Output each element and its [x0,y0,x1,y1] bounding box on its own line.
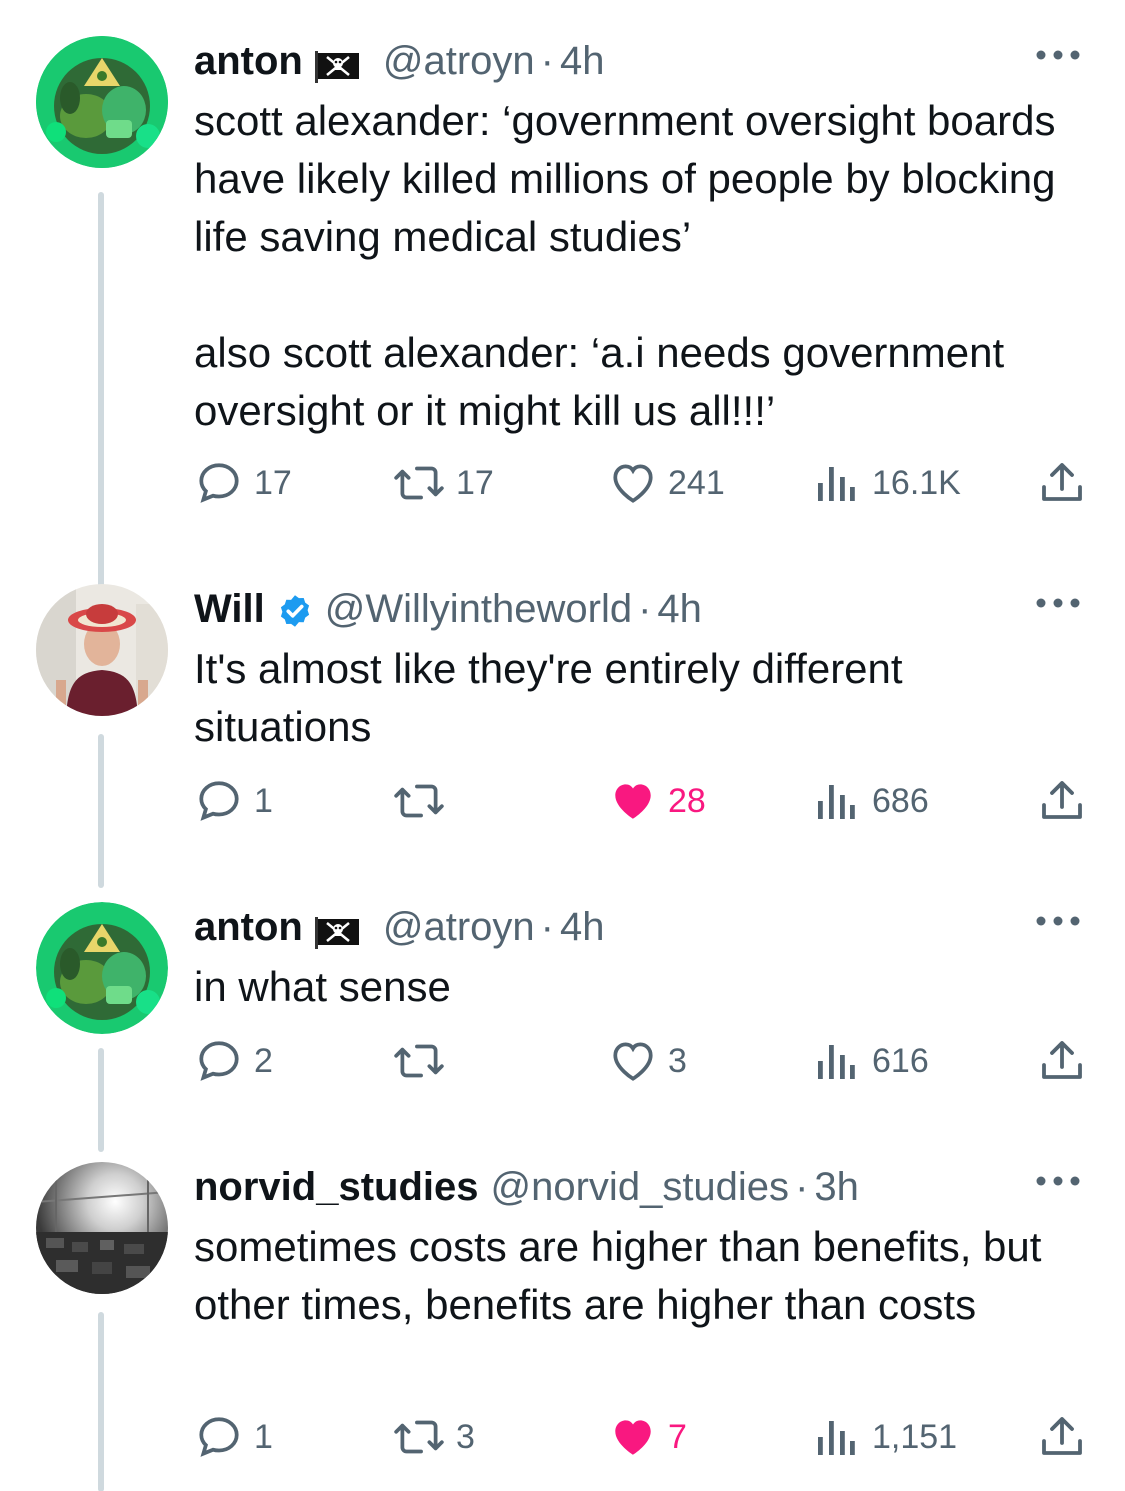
repost-button[interactable] [392,1036,456,1086]
share-button[interactable] [1040,458,1084,508]
views-button[interactable]: 1,151 [816,1412,957,1462]
repost-button[interactable] [392,776,456,826]
separator: · [638,587,652,631]
avatar[interactable] [36,36,168,168]
share-button[interactable] [1040,1036,1084,1086]
share-button[interactable] [1040,776,1084,826]
reply-count: 2 [254,1041,273,1080]
handle[interactable]: @atroyn [383,36,535,86]
tweet-text: It's almost like they're entirely differ… [194,645,915,750]
separator: · [540,905,554,949]
reply-count: 1 [254,781,273,820]
repost-icon [394,1044,444,1078]
views-button[interactable]: 16.1K [816,458,961,508]
reply-icon [199,781,239,821]
pirate-flag-icon [314,45,361,83]
like-button[interactable]: 241 [608,458,725,508]
like-count: 3 [668,1041,687,1080]
repost-button[interactable]: 17 [392,458,494,508]
handle[interactable]: @Willyintheworld [325,584,632,634]
thread-line [98,1312,104,1491]
handle[interactable]: @norvid_studies [491,1162,790,1212]
view-count: 686 [872,781,929,820]
avatar[interactable] [36,902,168,1034]
repost-count: 17 [456,463,494,502]
verified-badge-icon [277,591,313,627]
like-button[interactable]: 3 [608,1036,687,1086]
share-icon [1042,1417,1082,1455]
tweet-text: in what sense [194,963,451,1010]
handle[interactable]: @atroyn [383,902,535,952]
reply-button[interactable]: 2 [194,1036,273,1086]
avatar[interactable] [36,584,168,716]
timestamp[interactable]: 4h [560,36,605,86]
repost-button[interactable]: 3 [392,1412,475,1462]
display-name[interactable]: anton [194,902,303,952]
heart-icon [613,464,653,503]
reply-button[interactable]: 1 [194,1412,273,1462]
reply-icon [199,1041,239,1081]
repost-icon [394,784,444,818]
view-count: 616 [872,1041,929,1080]
repost-icon [394,466,444,500]
avatar[interactable] [36,1162,168,1294]
views-icon [818,785,855,819]
like-count: 7 [668,1417,687,1456]
view-count: 16.1K [872,463,961,502]
more-options-icon[interactable] [1031,588,1085,618]
timestamp[interactable]: 4h [560,902,605,952]
more-options-icon[interactable] [1031,40,1085,70]
reply-button[interactable]: 17 [194,458,292,508]
heart-filled-icon [615,784,651,819]
view-count: 1,151 [872,1417,958,1456]
like-count: 28 [668,781,706,820]
like-count: 241 [668,463,725,502]
share-icon [1042,463,1082,501]
repost-count: 3 [456,1417,475,1456]
share-button[interactable] [1040,1412,1084,1462]
display-name[interactable]: norvid_studies [194,1162,479,1212]
views-button[interactable]: 686 [816,776,929,826]
heart-filled-icon [615,1420,651,1455]
views-icon [818,1045,855,1079]
like-button[interactable]: 28 [608,776,706,826]
reply-icon [199,463,239,503]
reply-icon [199,1417,239,1457]
like-button[interactable]: 7 [608,1412,687,1462]
views-icon [818,1421,855,1455]
tweet-text: sometimes costs are higher than benefits… [194,1223,1054,1328]
reply-count: 1 [254,1417,273,1456]
display-name[interactable]: anton [194,36,303,86]
timestamp[interactable]: 4h [657,584,702,634]
share-icon [1042,781,1082,819]
tweet-text: scott alexander: ‘government oversight b… [194,97,1056,434]
more-options-icon[interactable] [1031,906,1085,936]
pirate-flag-icon [314,911,361,949]
separator: · [795,1165,809,1209]
views-button[interactable]: 616 [816,1036,929,1086]
display-name[interactable]: Will [194,584,265,634]
thread-line [98,192,104,632]
more-options-icon[interactable] [1031,1166,1085,1196]
separator: · [540,39,554,83]
share-icon [1042,1041,1082,1079]
reply-count: 17 [254,463,292,502]
timestamp[interactable]: 3h [814,1162,859,1212]
views-icon [818,467,855,501]
heart-icon [613,1042,653,1081]
thread-line [98,734,104,888]
thread-line [98,1048,104,1152]
repost-icon [394,1420,444,1454]
reply-button[interactable]: 1 [194,776,273,826]
